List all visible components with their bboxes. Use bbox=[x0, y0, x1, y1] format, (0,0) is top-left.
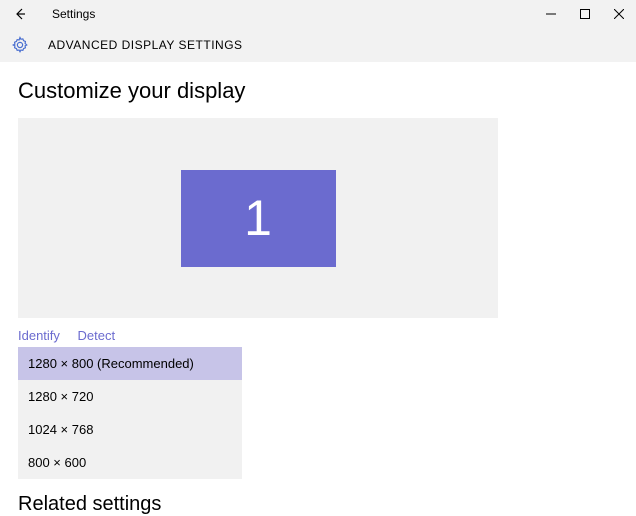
identify-link[interactable]: Identify bbox=[18, 328, 60, 343]
resolution-list[interactable]: 1280 × 800 (Recommended) 1280 × 720 1024… bbox=[18, 347, 242, 479]
minimize-button[interactable] bbox=[534, 0, 568, 28]
maximize-icon bbox=[580, 9, 590, 19]
window-controls bbox=[534, 0, 636, 28]
close-button[interactable] bbox=[602, 0, 636, 28]
detect-link[interactable]: Detect bbox=[78, 328, 116, 343]
titlebar: Settings bbox=[0, 0, 636, 28]
maximize-button[interactable] bbox=[568, 0, 602, 28]
close-icon bbox=[614, 9, 624, 19]
monitor-1-tile[interactable]: 1 bbox=[181, 170, 336, 267]
subtitle-bar: Advanced Display Settings bbox=[0, 28, 636, 62]
display-links: Identify Detect bbox=[18, 328, 618, 343]
content-area: Customize your display 1 Identify Detect… bbox=[0, 62, 636, 516]
page-subtitle: Advanced Display Settings bbox=[48, 38, 243, 52]
resolution-option[interactable]: 1280 × 800 (Recommended) bbox=[18, 347, 242, 380]
page-heading: Customize your display bbox=[18, 78, 618, 104]
resolution-option[interactable]: 800 × 600 bbox=[18, 446, 242, 479]
back-button[interactable] bbox=[8, 2, 32, 26]
related-settings-heading: Related settings bbox=[18, 493, 618, 516]
gear-icon bbox=[8, 33, 32, 57]
display-preview: 1 bbox=[18, 118, 498, 318]
window-title: Settings bbox=[52, 7, 95, 21]
resolution-option[interactable]: 1280 × 720 bbox=[18, 380, 242, 413]
arrow-left-icon bbox=[13, 7, 27, 21]
minimize-icon bbox=[546, 9, 556, 19]
resolution-option[interactable]: 1024 × 768 bbox=[18, 413, 242, 446]
